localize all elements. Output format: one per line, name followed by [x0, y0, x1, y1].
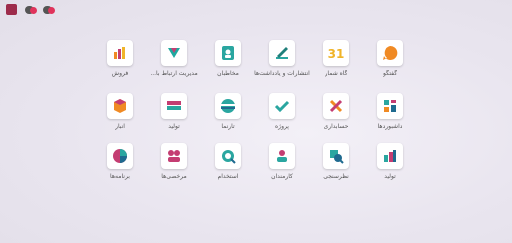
app-discuss[interactable]: گفتگو [365, 40, 415, 88]
app-invoicing[interactable]: تولید [149, 93, 199, 141]
survey-icon [323, 143, 349, 169]
dashboards-icon [377, 93, 403, 119]
app-calendar[interactable]: 31 گاه شمار [311, 40, 361, 88]
app-manufacturing[interactable]: تولید [365, 143, 415, 191]
app-employees[interactable]: کارمندان [257, 143, 307, 191]
app-apps[interactable]: برنامه‌ها [95, 143, 145, 191]
accounting-icon [323, 93, 349, 119]
svg-text:31: 31 [328, 47, 345, 61]
contacts-icon [215, 40, 241, 66]
app-leaves[interactable]: مرخصی‌ها [149, 143, 199, 191]
app-notes[interactable]: انتشارات و یادداشت‌ها [254, 40, 310, 88]
app-contacts[interactable]: مخاطبان [203, 40, 253, 88]
app-project[interactable]: پروژه [257, 93, 307, 141]
inventory-icon [107, 93, 133, 119]
employees-icon [269, 143, 295, 169]
sales-icon [107, 40, 133, 66]
discuss-icon [377, 40, 403, 66]
leaves-icon [161, 143, 187, 169]
app-website[interactable]: تارنما [203, 93, 253, 141]
app-inventory[interactable]: انبار [95, 93, 145, 141]
app-dashboards[interactable]: داشبوردها [365, 93, 415, 141]
website-icon [215, 93, 241, 119]
app-grid: گفتگو 31 گاه شمار انتشارات و یادداشت‌ها … [0, 0, 512, 243]
crm-icon [161, 40, 187, 66]
invoicing-icon [161, 93, 187, 119]
notes-icon [269, 40, 295, 66]
app-crm[interactable]: مدیریت ارتباط با... [149, 40, 199, 88]
calendar-icon: 31 [323, 40, 349, 66]
app-survey[interactable]: نظرسنجی [311, 143, 361, 191]
apps-icon [107, 143, 133, 169]
app-recruitment[interactable]: استخدام [203, 143, 253, 191]
manufacturing-icon [377, 143, 403, 169]
app-accounting[interactable]: حسابداری [311, 93, 361, 141]
app-sales[interactable]: فروش [95, 40, 145, 88]
project-icon [269, 93, 295, 119]
recruitment-icon [215, 143, 241, 169]
